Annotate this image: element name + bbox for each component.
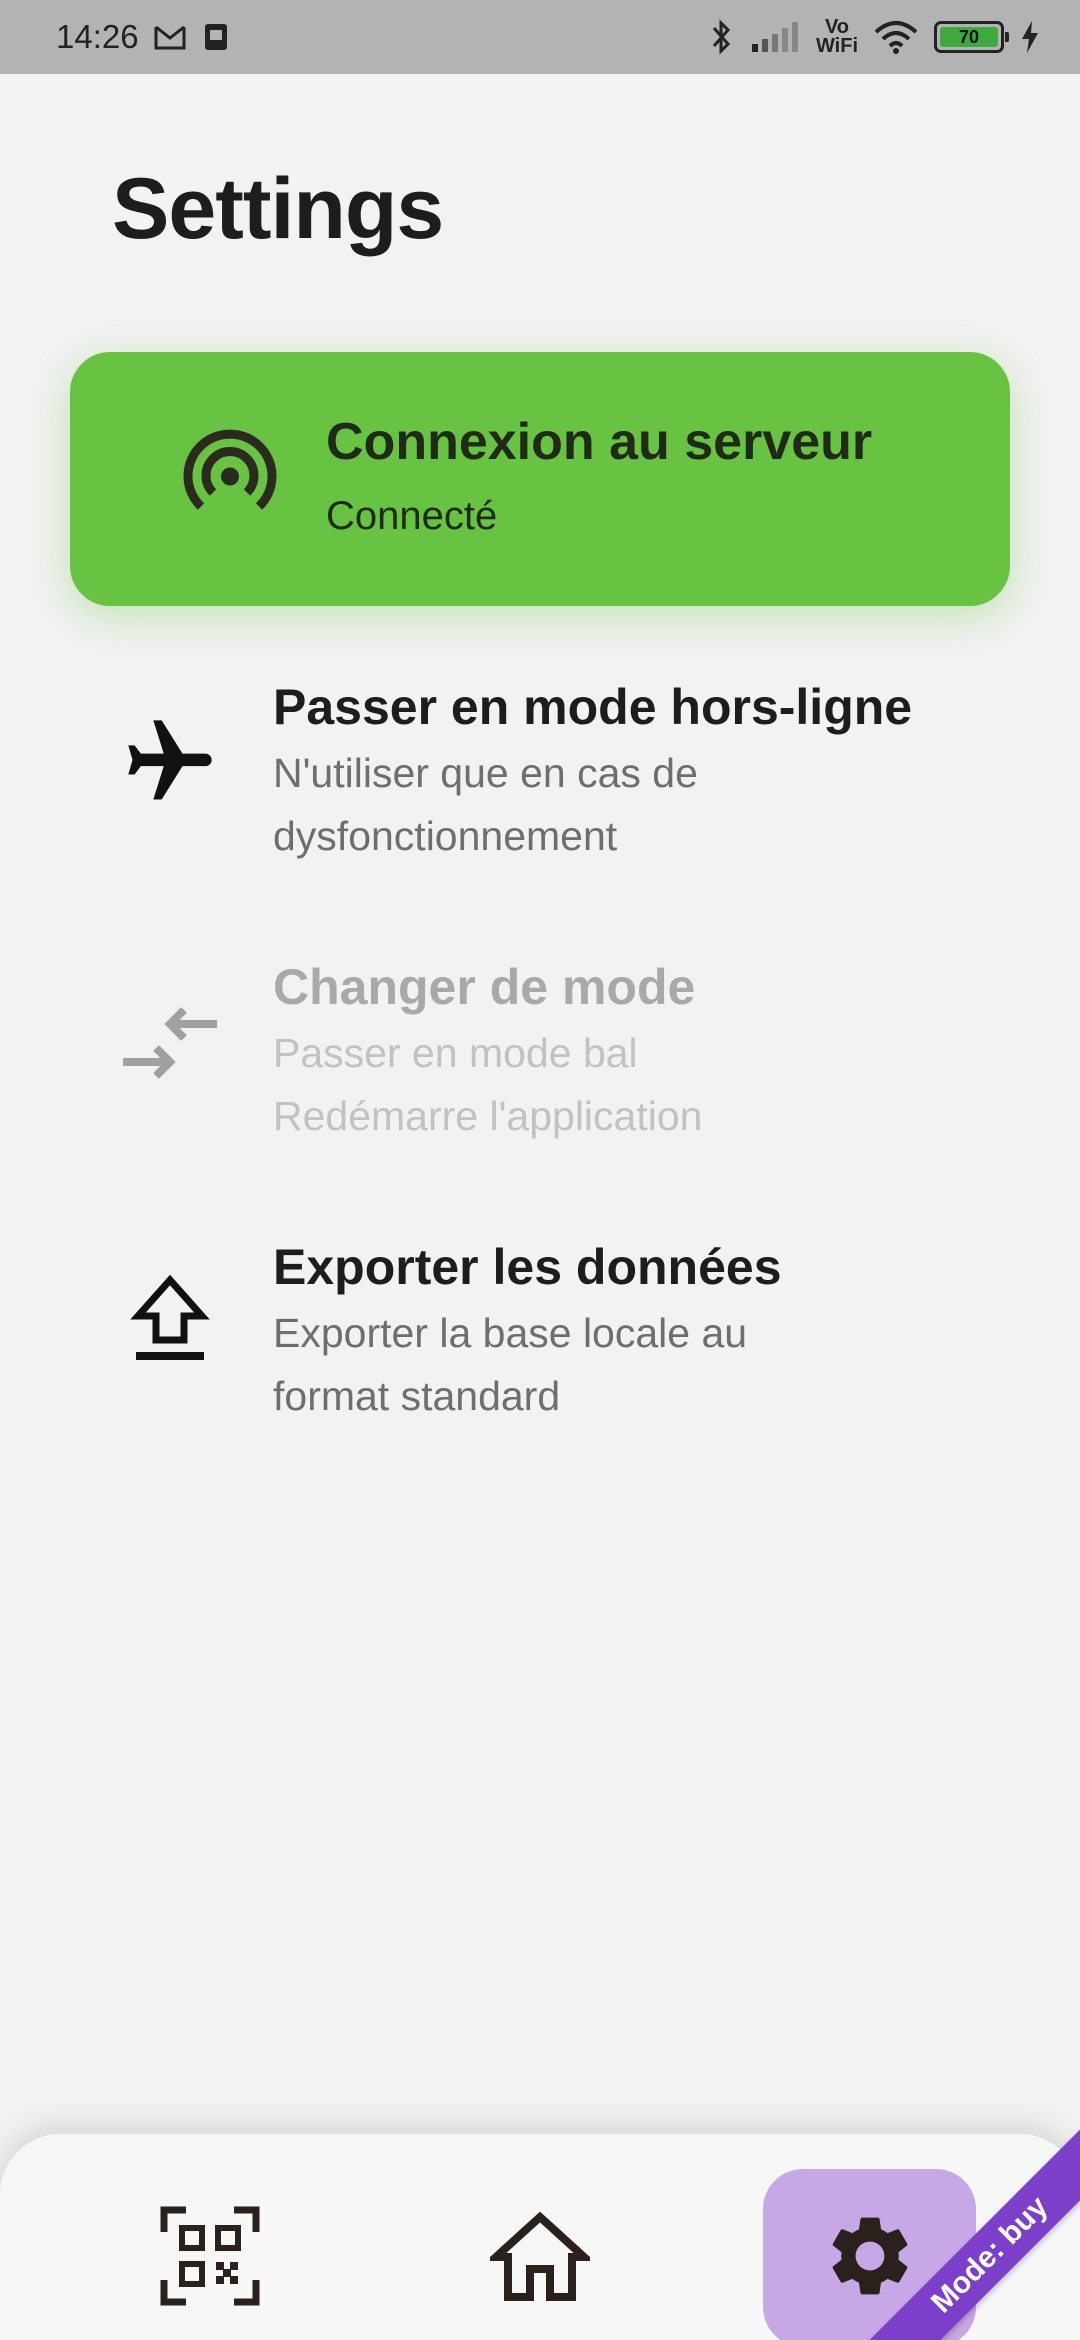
export-data-item[interactable]: Exporter les données Exporter la base lo… <box>0 1232 1080 1432</box>
server-card-title: Connexion au serveur <box>326 413 873 471</box>
change-mode-item: Changer de mode Passer en mode bal Redém… <box>0 952 1080 1152</box>
airplane-icon <box>120 712 220 817</box>
offline-mode-subtitle-line1: N'utiliser que en cas de <box>273 750 698 796</box>
upload-icon <box>130 1274 210 1369</box>
offline-mode-title: Passer en mode hors-ligne <box>273 679 913 735</box>
page-title: Settings <box>112 161 444 257</box>
server-card-status: Connecté <box>326 494 498 538</box>
export-data-subtitle-line2: format standard <box>273 1373 561 1419</box>
status-time: 14:26 <box>56 18 139 55</box>
change-mode-subtitle-line2: Redémarre l'application <box>273 1093 703 1139</box>
change-mode-title: Changer de mode <box>273 959 696 1015</box>
gear-icon <box>822 2208 918 2309</box>
home-icon <box>485 2211 595 2306</box>
change-mode-subtitle-line1: Passer en mode bal <box>273 1030 638 1076</box>
offline-mode-item[interactable]: Passer en mode hors-ligne N'utiliser que… <box>0 672 1080 872</box>
battery-icon: 70 <box>934 21 1009 53</box>
status-bar: 14:26 Vo WiFi 70 <box>0 0 1080 74</box>
server-connection-icon <box>180 427 280 532</box>
nav-scan-button[interactable] <box>140 2188 280 2328</box>
gmail-icon <box>153 23 187 51</box>
charging-icon <box>1020 21 1040 53</box>
export-data-subtitle-line1: Exporter la base locale au <box>273 1310 748 1356</box>
nav-home-button[interactable] <box>470 2188 610 2328</box>
bluetooth-icon <box>710 18 734 56</box>
vowifi-label: Vo WiFi <box>815 16 858 57</box>
signal-icon <box>750 22 800 52</box>
wifi-icon <box>874 20 918 54</box>
qr-scan-icon <box>160 2206 260 2311</box>
switch-arrows-icon <box>120 1004 220 1089</box>
offline-mode-subtitle-line2: dysfonctionnement <box>273 813 618 859</box>
server-connection-card[interactable]: Connexion au serveur Connecté <box>70 352 1010 606</box>
sim-card-icon <box>201 21 231 53</box>
export-data-title: Exporter les données <box>273 1239 782 1295</box>
settings-screen: 14:26 Vo WiFi 70 Settings Connexion au s… <box>0 0 1080 2340</box>
